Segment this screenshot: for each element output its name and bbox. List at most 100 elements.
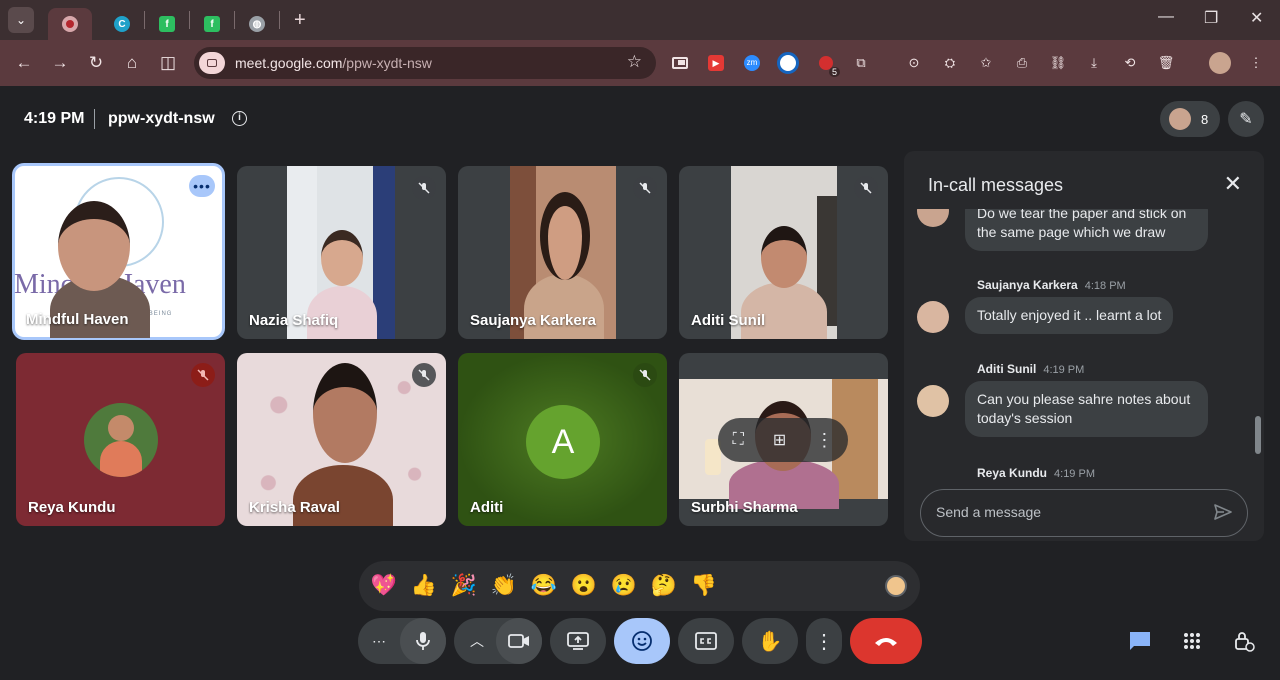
link-icon[interactable]: ⛓ xyxy=(1046,51,1070,75)
more-options-button[interactable]: ⋮ xyxy=(806,618,842,664)
meeting-code: ppw-xydt-nsw xyxy=(108,110,215,127)
tab-google-meet[interactable] xyxy=(48,8,92,40)
eyes-extension-icon[interactable] xyxy=(776,51,800,75)
thinking-reaction[interactable]: 🤔 xyxy=(644,574,684,598)
participant-avatar-stack xyxy=(1169,108,1191,130)
reactions-button[interactable] xyxy=(614,618,670,664)
tile-aditi-sunil[interactable]: Aditi Sunil xyxy=(679,166,888,339)
profile-avatar[interactable] xyxy=(1208,51,1232,75)
chat-title: In-call messages xyxy=(928,175,1064,195)
pen-sparkle-icon: ✎ xyxy=(1239,111,1253,128)
send-icon[interactable] xyxy=(1213,502,1233,527)
url-text[interactable]: meet.google.com/ppw-xydt-nsw xyxy=(235,55,432,71)
chevron-up-icon[interactable]: ︿ xyxy=(470,631,484,651)
raise-hand-button[interactable]: ✋ xyxy=(742,618,798,664)
screenshot-icon[interactable]: ⊙ xyxy=(902,51,926,75)
audio-options-icon[interactable]: ⋯ xyxy=(372,633,387,650)
mic-off-icon xyxy=(412,363,436,387)
in-call-messages-panel: In-call messages ✕ Do we tear the paper … xyxy=(904,151,1264,541)
picture-in-picture-icon[interactable] xyxy=(668,51,692,75)
chat-icon[interactable] xyxy=(1127,628,1153,654)
clapping-reaction[interactable]: 👏 xyxy=(484,574,524,598)
tab-search-button[interactable]: ⌄ xyxy=(8,7,34,33)
microphone-button[interactable] xyxy=(400,618,446,664)
host-controls-button[interactable]: ✎ xyxy=(1228,101,1264,137)
participant-initial-avatar: A xyxy=(526,405,600,479)
tab-evernote-2[interactable]: f xyxy=(190,8,234,40)
camera-button[interactable] xyxy=(496,618,542,664)
minimize-icon[interactable]: — xyxy=(1158,8,1174,26)
tab-globe[interactable]: ◍ xyxy=(235,8,279,40)
print-icon[interactable]: ⎙ xyxy=(1010,51,1034,75)
browser-menu-icon[interactable]: ⋮ xyxy=(1244,51,1268,75)
tile-nazia-shafiq[interactable]: Nazia Shafiq xyxy=(237,166,446,339)
crying-reaction[interactable]: 😢 xyxy=(604,574,644,598)
participant-name: Reya Kundu xyxy=(28,499,116,516)
more-vert-icon: ⋮ xyxy=(814,630,834,653)
extension-badge-icon[interactable]: 5 xyxy=(814,51,840,77)
tab-canva[interactable]: C xyxy=(100,8,144,40)
thumbs-up-reaction[interactable]: 👍 xyxy=(404,574,444,598)
tab-evernote-1[interactable]: f xyxy=(145,8,189,40)
incognito-icon[interactable]: ⛭ xyxy=(938,51,962,75)
tile-hover-controls: ⛶ ⊞ ⋮ xyxy=(718,418,848,462)
mic-off-icon xyxy=(412,176,436,200)
history-icon[interactable]: ⟲ xyxy=(1118,51,1142,75)
close-window-icon[interactable]: ✕ xyxy=(1250,8,1263,28)
participant-face xyxy=(761,226,807,288)
party-popper-reaction[interactable]: 🎉 xyxy=(444,574,484,598)
close-icon[interactable]: ✕ xyxy=(1224,171,1242,197)
home-icon[interactable]: ⌂ xyxy=(114,53,150,73)
surprised-reaction[interactable]: 😮 xyxy=(564,574,604,598)
skin-tone-picker[interactable] xyxy=(885,575,907,597)
add-to-screen-icon[interactable]: ⊞ xyxy=(773,430,786,450)
bookmark-star-icon[interactable]: ☆ xyxy=(627,52,642,72)
avatar-body xyxy=(100,441,142,477)
avatar xyxy=(917,385,949,417)
forward-icon[interactable]: → xyxy=(42,53,78,73)
laughing-reaction[interactable]: 😂 xyxy=(524,574,564,598)
tile-more-options-button[interactable]: ••• xyxy=(189,175,215,197)
camera-permission-icon[interactable] xyxy=(199,52,225,74)
tile-mindful-haven[interactable]: Mindful Haven COUNSELLING • WELLBEING ••… xyxy=(12,163,225,340)
thumbs-down-reaction[interactable]: 👎 xyxy=(684,574,724,598)
tile-reya-kundu[interactable]: Reya Kundu xyxy=(16,353,225,526)
participant-name: Nazia Shafiq xyxy=(249,312,339,329)
mic-off-icon xyxy=(633,176,657,200)
frame-icon[interactable]: ⛶ xyxy=(733,431,744,449)
split-view-icon[interactable]: ◫ xyxy=(150,53,186,73)
reload-icon[interactable]: ↻ xyxy=(78,53,114,73)
present-screen-button[interactable] xyxy=(550,618,606,664)
trash-icon[interactable]: 🗑 xyxy=(1154,51,1178,75)
tile-krisha-raval[interactable]: Krisha Raval xyxy=(237,353,446,526)
message-bubble: Totally enjoyed it .. learnt a lot xyxy=(965,297,1174,334)
chat-scrollbar[interactable] xyxy=(1255,416,1261,454)
mic-off-icon xyxy=(633,363,657,387)
browser-toolbar: ← → ↻ ⌂ ◫ meet.google.com/ppw-xydt-nsw ☆… xyxy=(0,40,1280,86)
restore-icon[interactable]: ❐ xyxy=(1204,8,1218,28)
host-lock-icon[interactable] xyxy=(1231,628,1257,654)
send-message-input[interactable] xyxy=(936,504,1196,520)
tile-saujanya-karkera[interactable]: Saujanya Karkera xyxy=(458,166,667,339)
back-icon[interactable]: ← xyxy=(6,53,42,73)
captions-button[interactable] xyxy=(678,618,734,664)
extension-red-icon[interactable]: ▶ xyxy=(704,51,728,75)
download-icon[interactable]: ⤓ xyxy=(1082,51,1106,75)
extensions-puzzle-icon[interactable]: ⧉ xyxy=(849,51,873,75)
participants-button[interactable]: 8 xyxy=(1160,101,1220,137)
address-bar[interactable]: meet.google.com/ppw-xydt-nsw ☆ xyxy=(194,47,656,79)
header-divider xyxy=(94,109,95,129)
leave-call-button[interactable] xyxy=(850,618,922,664)
new-tab-icon[interactable]: + xyxy=(294,9,306,32)
call-end-icon xyxy=(875,638,897,646)
activities-icon[interactable] xyxy=(1179,628,1205,654)
participant-face xyxy=(313,363,377,463)
message-sender: Saujanya Karkera 4:18 PM xyxy=(977,278,1126,292)
message-composer xyxy=(920,489,1248,537)
participant-name: Mindful Haven xyxy=(26,311,129,328)
favorites-icon[interactable]: ✩ xyxy=(974,51,998,75)
sparkling-heart-reaction[interactable]: 💖 xyxy=(364,574,404,598)
tile-more-icon[interactable]: ⋮ xyxy=(815,430,833,451)
meeting-info-icon[interactable]: i xyxy=(232,111,247,126)
zoom-extension-icon[interactable]: zm xyxy=(740,51,764,75)
